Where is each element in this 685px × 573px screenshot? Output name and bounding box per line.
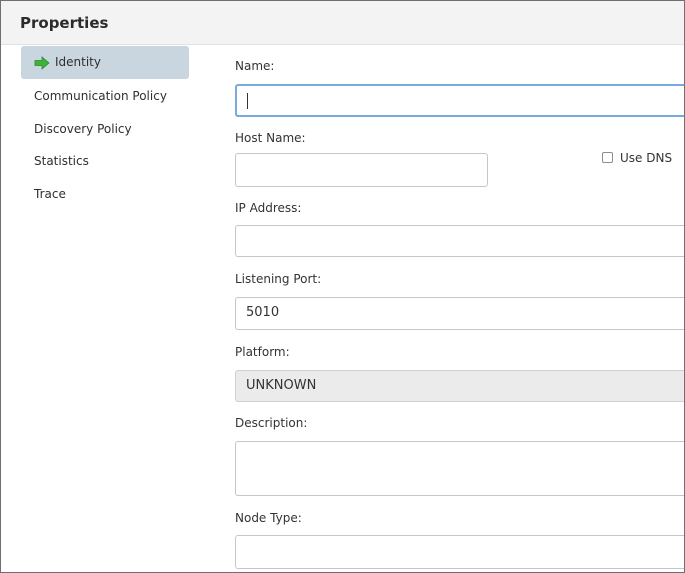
use-dns-label: Use DNS	[620, 151, 673, 165]
sidebar-item-label: Communication Policy	[34, 89, 167, 103]
host-name-label: Host Name:	[235, 131, 306, 145]
sidebar-item-label: Discovery Policy	[34, 122, 132, 136]
listening-port-input[interactable]: 5010	[235, 297, 684, 330]
platform-value: UNKNOWN	[246, 378, 317, 393]
ip-address-input[interactable]	[235, 225, 684, 257]
host-name-input[interactable]	[235, 153, 488, 187]
platform-label: Platform:	[235, 345, 290, 359]
sidebar-item-label: Trace	[34, 187, 66, 201]
platform-field: UNKNOWN	[235, 370, 684, 402]
text-caret	[247, 93, 248, 109]
description-label: Description:	[235, 416, 308, 430]
listening-port-value: 5010	[246, 305, 280, 320]
sidebar-item-statistics[interactable]: Statistics	[21, 145, 189, 178]
node-type-label: Node Type:	[235, 511, 302, 525]
panel-title: Properties	[20, 14, 109, 32]
name-label: Name:	[235, 59, 275, 73]
sidebar-item-discovery-policy[interactable]: Discovery Policy	[21, 113, 189, 146]
properties-panel: Properties Identity Communication Policy…	[0, 0, 685, 573]
sidebar-item-label: Statistics	[34, 154, 89, 168]
use-dns-checkbox[interactable]	[602, 152, 613, 163]
sidebar-item-label: Identity	[55, 55, 101, 69]
ip-address-label: IP Address:	[235, 201, 302, 215]
node-type-input[interactable]	[235, 535, 684, 569]
listening-port-label: Listening Port:	[235, 272, 322, 286]
green-arrow-icon	[34, 56, 50, 70]
name-input[interactable]	[235, 84, 684, 117]
sidebar-item-identity[interactable]: Identity	[21, 46, 189, 79]
sidebar-item-trace[interactable]: Trace	[21, 178, 189, 211]
panel-header: Properties	[1, 1, 684, 45]
sidebar-item-communication-policy[interactable]: Communication Policy	[21, 80, 189, 113]
description-textarea[interactable]	[235, 441, 684, 496]
